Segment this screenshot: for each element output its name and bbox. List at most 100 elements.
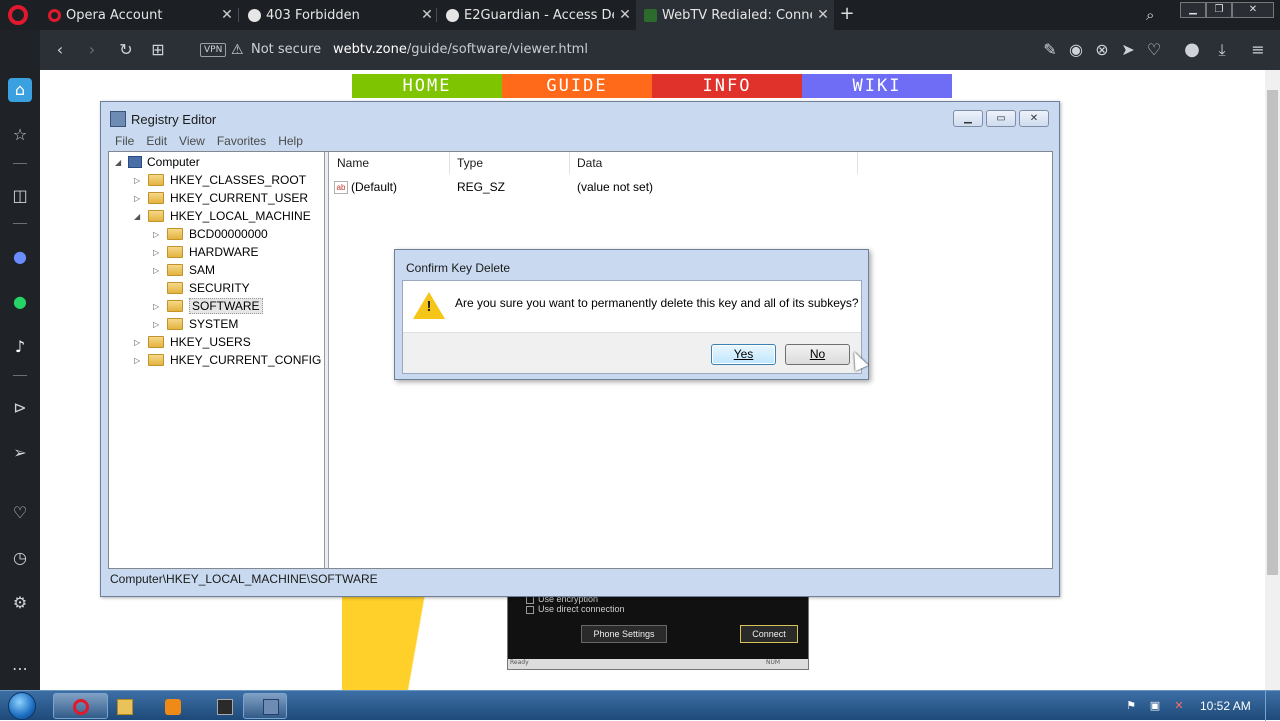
- tree-node-bcd[interactable]: ▷ BCD00000000: [153, 225, 268, 243]
- nav-info[interactable]: INFO: [652, 74, 802, 98]
- expand-arrow-icon[interactable]: ▷: [134, 338, 144, 347]
- expand-arrow-icon[interactable]: ▷: [153, 302, 163, 311]
- speed-dial-icon[interactable]: ☆: [8, 123, 32, 147]
- maximize-button[interactable]: ▭: [986, 110, 1016, 127]
- send-icon[interactable]: ➢: [8, 441, 32, 465]
- collapse-arrow-icon[interactable]: ◢: [134, 212, 144, 221]
- taskbar-media-player[interactable]: [145, 693, 195, 719]
- menu-view[interactable]: View: [173, 132, 211, 152]
- more-icon[interactable]: ⋯: [8, 657, 32, 681]
- close-tab-icon[interactable]: ✕: [416, 7, 438, 23]
- menu-help[interactable]: Help: [272, 132, 309, 152]
- tiktok-icon[interactable]: ♪: [8, 335, 32, 359]
- column-header-name[interactable]: Name: [330, 152, 450, 174]
- expand-arrow-icon[interactable]: ▷: [153, 266, 163, 275]
- expand-arrow-icon[interactable]: ▷: [153, 320, 163, 329]
- taskbar-registry-editor[interactable]: [243, 693, 287, 719]
- tree-node-system[interactable]: ▷ SYSTEM: [153, 315, 238, 333]
- scroll-thumb[interactable]: [1267, 90, 1278, 575]
- pane-splitter[interactable]: [325, 152, 329, 568]
- nav-home[interactable]: HOME: [352, 74, 502, 98]
- tree-node-hklm[interactable]: ◢ HKEY_LOCAL_MACHINE: [134, 207, 311, 225]
- settings-gear-icon[interactable]: ⚙: [8, 591, 32, 615]
- expand-arrow-icon[interactable]: ▷: [153, 248, 163, 257]
- close-tab-icon[interactable]: ✕: [216, 7, 238, 23]
- tree-node-hardware[interactable]: ▷ HARDWARE: [153, 243, 259, 261]
- profile-icon[interactable]: ●: [1182, 40, 1202, 60]
- ad-block-icon[interactable]: ⊗: [1092, 40, 1112, 60]
- vpn-badge[interactable]: VPN: [200, 43, 227, 57]
- back-arrow-icon[interactable]: ‹: [50, 40, 70, 60]
- folder-icon: [167, 282, 183, 294]
- expand-arrow-icon[interactable]: ▷: [153, 230, 163, 239]
- tree-node-hkcr[interactable]: ▷ HKEY_CLASSES_ROOT: [134, 171, 306, 189]
- close-window-button[interactable]: ✕: [1232, 2, 1274, 18]
- column-header-data[interactable]: Data: [570, 152, 858, 174]
- edit-icon[interactable]: ✎: [1040, 40, 1060, 60]
- tab-403-forbidden[interactable]: 403 Forbidden ✕: [240, 0, 438, 30]
- close-tab-icon[interactable]: ✕: [812, 7, 834, 23]
- menu-edit[interactable]: Edit: [140, 132, 173, 152]
- tab-grid-icon[interactable]: ⊞: [148, 40, 168, 60]
- camera-icon[interactable]: ◉: [1066, 40, 1086, 60]
- taskbar-explorer[interactable]: [97, 693, 147, 719]
- nav-wiki[interactable]: WIKI: [802, 74, 952, 98]
- network-icon[interactable]: ▣: [1148, 699, 1162, 713]
- player-icon[interactable]: ⊳: [8, 396, 32, 420]
- download-icon[interactable]: ⤓: [1212, 40, 1232, 60]
- new-tab-plus-icon[interactable]: +: [836, 3, 858, 27]
- menu-favorites[interactable]: Favorites: [211, 132, 272, 152]
- whatsapp-icon[interactable]: ●: [8, 290, 32, 314]
- nav-guide[interactable]: GUIDE: [502, 74, 652, 98]
- start-button[interactable]: [8, 692, 36, 720]
- menu-icon[interactable]: ≡: [1248, 40, 1268, 60]
- security-status[interactable]: Not secure: [251, 42, 321, 57]
- show-desktop-button[interactable]: [1265, 691, 1280, 721]
- url-field[interactable]: webtv.zone/guide/software/viewer.html: [333, 42, 588, 57]
- tree-node-hkcu[interactable]: ▷ HKEY_CURRENT_USER: [134, 189, 308, 207]
- column-header-type[interactable]: Type: [450, 152, 570, 174]
- minimize-window-button[interactable]: ▁: [1180, 2, 1206, 18]
- volume-muted-icon[interactable]: ✕: [1172, 699, 1186, 713]
- menu-file[interactable]: File: [109, 132, 140, 152]
- tab-search-icon[interactable]: ⌕: [1146, 6, 1164, 24]
- shopping-bag-icon[interactable]: ◫: [8, 184, 32, 208]
- table-row[interactable]: ab (Default) REG_SZ (value not set): [334, 178, 1034, 196]
- opera-menu-icon[interactable]: [8, 5, 28, 25]
- tab-webtv-redialed[interactable]: WebTV Redialed: Connecti ✕: [636, 0, 834, 30]
- folder-icon: [167, 300, 183, 312]
- tree-node-computer[interactable]: ◢ Computer: [115, 153, 200, 171]
- clock[interactable]: 10:52 AM: [1200, 699, 1251, 713]
- tab-opera-account[interactable]: Opera Account ✕: [40, 0, 238, 30]
- expand-arrow-icon[interactable]: ▷: [134, 176, 144, 185]
- minimize-button[interactable]: ▁: [953, 110, 983, 127]
- close-button[interactable]: ✕: [1019, 110, 1049, 127]
- tab-e2guardian[interactable]: E2Guardian - Access Denie ✕: [438, 0, 636, 30]
- tree-node-security[interactable]: SECURITY: [153, 279, 250, 297]
- tree-node-software[interactable]: ▷ SOFTWARE: [153, 297, 263, 315]
- history-clock-icon[interactable]: ◷: [8, 546, 32, 570]
- forward-arrow-icon[interactable]: ›: [82, 40, 102, 60]
- action-center-flag-icon[interactable]: ⚑: [1124, 699, 1138, 713]
- tree-node-hku[interactable]: ▷ HKEY_USERS: [134, 333, 251, 351]
- tree-node-sam[interactable]: ▷ SAM: [153, 261, 215, 279]
- expand-arrow-icon[interactable]: ▷: [134, 194, 144, 203]
- confirm-key-delete-dialog: Confirm Key Delete ! Are you sure you wa…: [394, 249, 869, 380]
- taskbar-app[interactable]: [197, 693, 241, 719]
- reload-icon[interactable]: ↻: [116, 40, 136, 60]
- page-scrollbar[interactable]: [1265, 70, 1280, 690]
- tree-node-hkcc[interactable]: ▷ HKEY_CURRENT_CONFIG: [134, 351, 321, 369]
- heart-icon[interactable]: ♡: [1144, 40, 1164, 60]
- no-button[interactable]: No: [785, 344, 850, 365]
- yes-button[interactable]: Yes: [711, 344, 776, 365]
- warning-icon[interactable]: ⚠: [231, 42, 244, 58]
- heart-icon[interactable]: ♡: [8, 501, 32, 525]
- sidebar-divider: [13, 375, 27, 376]
- maximize-window-button[interactable]: ❐: [1206, 2, 1232, 18]
- collapse-arrow-icon[interactable]: ◢: [115, 158, 125, 167]
- messenger-icon[interactable]: ●: [8, 245, 32, 269]
- close-tab-icon[interactable]: ✕: [614, 7, 636, 23]
- home-icon[interactable]: ⌂: [8, 78, 32, 102]
- send-icon[interactable]: ➤: [1118, 40, 1138, 60]
- expand-arrow-icon[interactable]: ▷: [134, 356, 144, 365]
